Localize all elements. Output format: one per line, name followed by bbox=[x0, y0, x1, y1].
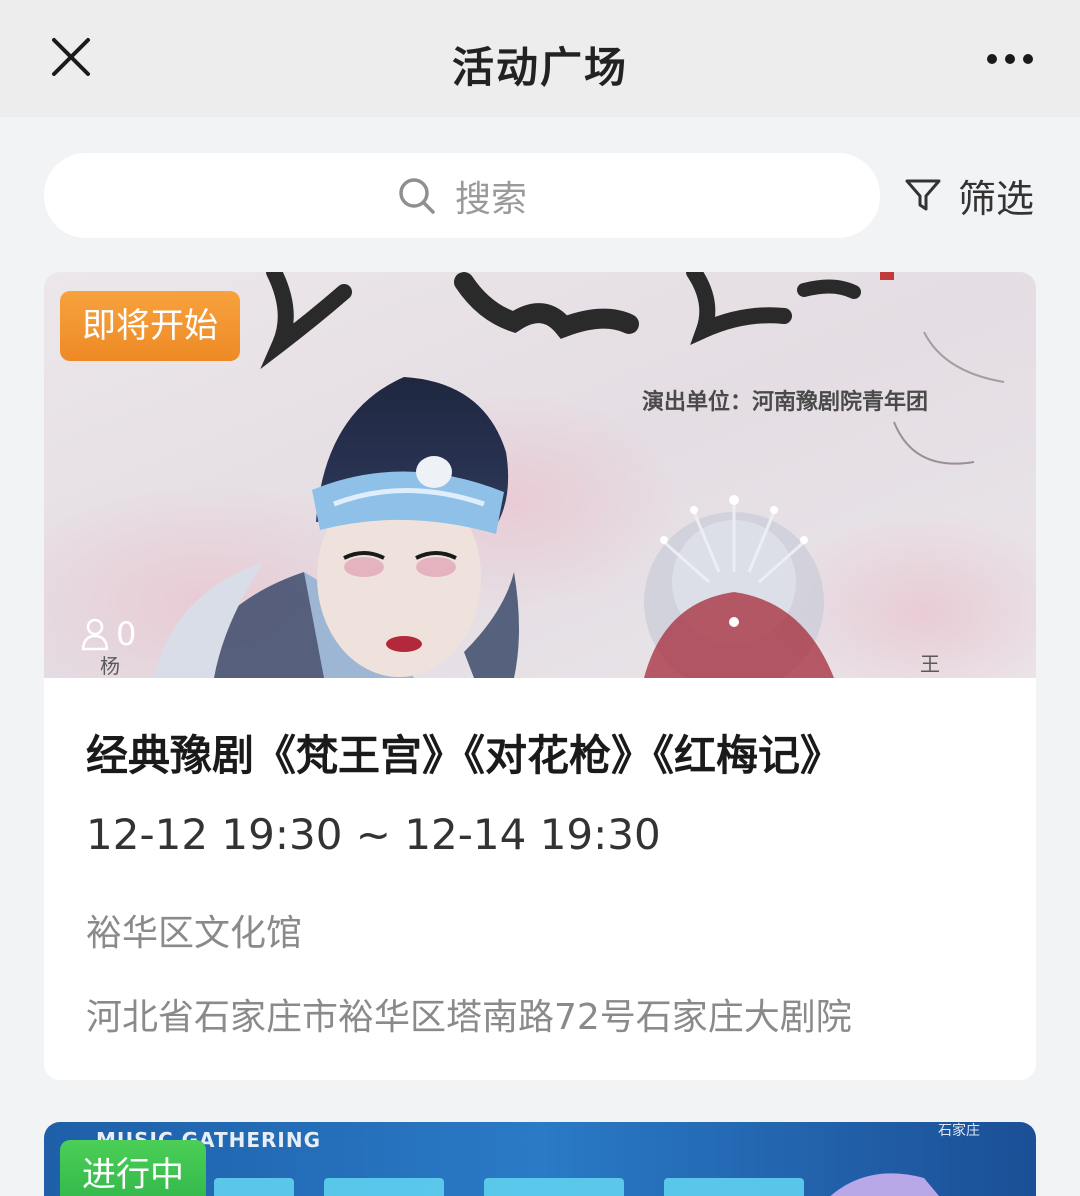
filter-label: 筛选 bbox=[958, 176, 1035, 221]
event-address: 河北省石家庄市裕华区塔南路72号石家庄大剧院 bbox=[86, 997, 852, 1038]
poster-left-mark: 杨 bbox=[100, 654, 120, 678]
poster-performer-line: 演出单位：河南豫剧院青年团 bbox=[642, 389, 929, 415]
funnel-icon bbox=[905, 179, 941, 211]
more-button[interactable] bbox=[980, 44, 1040, 74]
participant-count: 0 bbox=[80, 615, 136, 653]
person-icon bbox=[81, 618, 109, 651]
more-dots-icon bbox=[987, 54, 1033, 64]
event-card[interactable]: 演出单位：河南豫剧院青年团 杨 王 即将开始 0 经典豫剧《梵王宫》《对花枪》《… bbox=[44, 272, 1036, 1080]
event-title: 经典豫剧《梵王宫》《对花枪》《红梅记》 bbox=[86, 731, 843, 780]
filter-button[interactable]: 筛选 bbox=[904, 170, 1035, 221]
status-badge: 即将开始 bbox=[60, 291, 240, 361]
search-icon bbox=[399, 177, 435, 214]
event-card[interactable]: MUSIC GATHERING 石家庄 进行中 bbox=[44, 1122, 1036, 1196]
status-badge: 进行中 bbox=[60, 1140, 206, 1196]
poster-corner-text: 石家庄 bbox=[938, 1123, 980, 1139]
poster-right-mark: 王 bbox=[920, 652, 940, 676]
top-bar: 活动广场 bbox=[0, 0, 1080, 117]
event-poster: 演出单位：河南豫剧院青年团 杨 王 即将开始 0 bbox=[44, 272, 1036, 678]
participant-count-value: 0 bbox=[116, 615, 137, 653]
event-organizer: 裕华区文化馆 bbox=[86, 913, 303, 954]
search-placeholder: 搜索 bbox=[454, 178, 527, 220]
event-time: 12-12 19:30 ~ 12-14 19:30 bbox=[86, 810, 661, 859]
search-input[interactable]: 搜索 bbox=[44, 153, 880, 238]
search-inner: 搜索 bbox=[397, 170, 527, 222]
page-title: 活动广场 bbox=[451, 43, 628, 92]
